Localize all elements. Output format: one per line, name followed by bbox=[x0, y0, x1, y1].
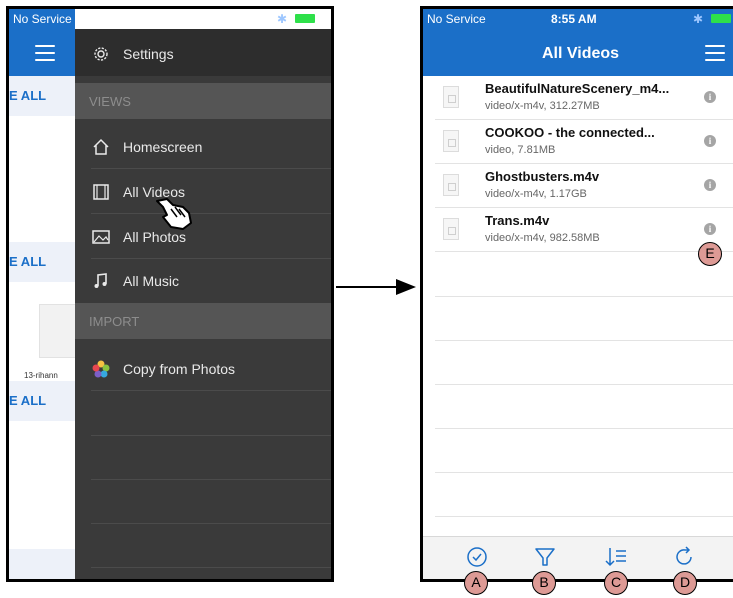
transition-arrow-line bbox=[336, 286, 400, 288]
clock-text: 8:55 AM bbox=[551, 12, 597, 26]
page-title: All Videos bbox=[541, 45, 620, 62]
drawer-item-copy-from-photos[interactable]: Copy from Photos bbox=[75, 347, 331, 391]
file-meta: video/x-m4v, 1.17GB bbox=[485, 188, 587, 200]
file-meta: video/x-m4v, 982.58MB bbox=[485, 232, 600, 244]
drawer-item-all-videos[interactable]: All Videos bbox=[75, 170, 331, 214]
film-icon bbox=[93, 184, 109, 200]
info-icon[interactable]: i bbox=[704, 179, 716, 191]
clock-text: 12:35 PM bbox=[137, 12, 190, 26]
file-meta: video/x-m4v, 312.27MB bbox=[485, 100, 600, 112]
select-check-icon[interactable] bbox=[465, 545, 489, 569]
music-note-icon bbox=[94, 273, 107, 288]
drawer-item-label: Homescreen bbox=[123, 139, 203, 155]
callout-b: B bbox=[532, 571, 556, 595]
divider bbox=[91, 567, 331, 568]
info-icon[interactable]: i bbox=[704, 135, 716, 147]
thumbnail-label: 13-rihann bbox=[24, 371, 58, 380]
hand-pointer-icon bbox=[156, 198, 192, 230]
empty-row-divider bbox=[435, 384, 733, 385]
callout-d: D bbox=[673, 571, 697, 595]
status-bar: No Service 12:35 PM ✱ bbox=[9, 9, 331, 29]
video-file-icon bbox=[443, 130, 459, 152]
carrier-text: No Service bbox=[13, 12, 72, 26]
file-name: BeautifulNatureScenery_m4... bbox=[485, 81, 670, 96]
drawer-item-settings[interactable]: Settings bbox=[75, 32, 331, 76]
empty-row-divider bbox=[435, 296, 733, 297]
divider bbox=[91, 523, 331, 524]
empty-row-divider bbox=[435, 428, 733, 429]
carrier-text: No Service bbox=[427, 12, 486, 26]
callout-c: C bbox=[604, 571, 628, 595]
callout-a: A bbox=[464, 571, 488, 595]
drawer-item-label: Copy from Photos bbox=[123, 361, 236, 377]
drawer-item-all-photos[interactable]: All Photos bbox=[75, 215, 331, 259]
info-icon[interactable]: i bbox=[704, 91, 716, 103]
home-icon bbox=[93, 138, 109, 155]
see-all-link[interactable]: E ALL bbox=[9, 76, 75, 116]
file-row[interactable]: COOKOO - the connected... video, 7.81MB … bbox=[423, 120, 733, 164]
drawer-item-label: All Music bbox=[123, 273, 180, 289]
drawer-item-all-music[interactable]: All Music bbox=[75, 259, 331, 303]
drawer-item-label: Settings bbox=[123, 46, 174, 62]
hamburger-menu-icon[interactable] bbox=[705, 45, 725, 66]
divider bbox=[91, 435, 331, 436]
file-name: Trans.m4v bbox=[485, 213, 550, 228]
file-row[interactable]: Trans.m4v video/x-m4v, 982.58MB i bbox=[423, 208, 733, 252]
refresh-icon[interactable] bbox=[673, 545, 697, 569]
filter-funnel-icon[interactable] bbox=[533, 545, 557, 569]
header-bar: No Service 8:55 AM ✱ All Videos bbox=[423, 9, 733, 76]
video-file-icon bbox=[443, 218, 459, 240]
gear-icon bbox=[94, 47, 108, 61]
info-icon[interactable]: i bbox=[704, 223, 716, 235]
arrow-right-icon bbox=[396, 279, 416, 295]
drawer-item-homescreen[interactable]: Homescreen bbox=[75, 125, 331, 169]
video-file-icon bbox=[443, 86, 459, 108]
empty-row-divider bbox=[435, 340, 733, 341]
side-drawer: Settings VIEWS Homescreen All Videos All… bbox=[75, 29, 331, 579]
sort-icon[interactable] bbox=[604, 545, 628, 569]
status-bar: No Service 8:55 AM ✱ bbox=[423, 9, 733, 29]
hamburger-menu-icon[interactable] bbox=[35, 45, 55, 66]
file-name: Ghostbusters.m4v bbox=[485, 169, 600, 184]
see-all-link[interactable]: E ALL bbox=[9, 381, 75, 421]
background-section bbox=[9, 549, 75, 579]
battery-icon bbox=[295, 14, 315, 23]
photo-icon bbox=[92, 230, 110, 244]
battery-icon bbox=[711, 14, 731, 23]
file-name: COOKOO - the connected... bbox=[485, 125, 655, 140]
file-meta: video, 7.81MB bbox=[485, 144, 556, 156]
empty-row-divider bbox=[435, 516, 733, 517]
right-phone-screen: No Service 8:55 AM ✱ All Videos Beautifu… bbox=[420, 6, 733, 582]
empty-row-divider bbox=[435, 472, 733, 473]
divider bbox=[91, 479, 331, 480]
left-phone-screen: E ALL E ALL 13-rihann E ALL Settings VIE… bbox=[6, 6, 334, 582]
section-header-views: VIEWS bbox=[75, 83, 331, 119]
bluetooth-icon: ✱ bbox=[693, 12, 704, 26]
callout-e: E bbox=[698, 242, 722, 266]
file-row[interactable]: BeautifulNatureScenery_m4... video/x-m4v… bbox=[423, 76, 733, 120]
photos-app-icon bbox=[92, 360, 110, 378]
see-all-link[interactable]: E ALL bbox=[9, 242, 75, 282]
section-header-import: IMPORT bbox=[75, 303, 331, 339]
bluetooth-icon: ✱ bbox=[277, 12, 288, 26]
video-file-icon bbox=[443, 174, 459, 196]
file-row[interactable]: Ghostbusters.m4v video/x-m4v, 1.17GB i bbox=[423, 164, 733, 208]
